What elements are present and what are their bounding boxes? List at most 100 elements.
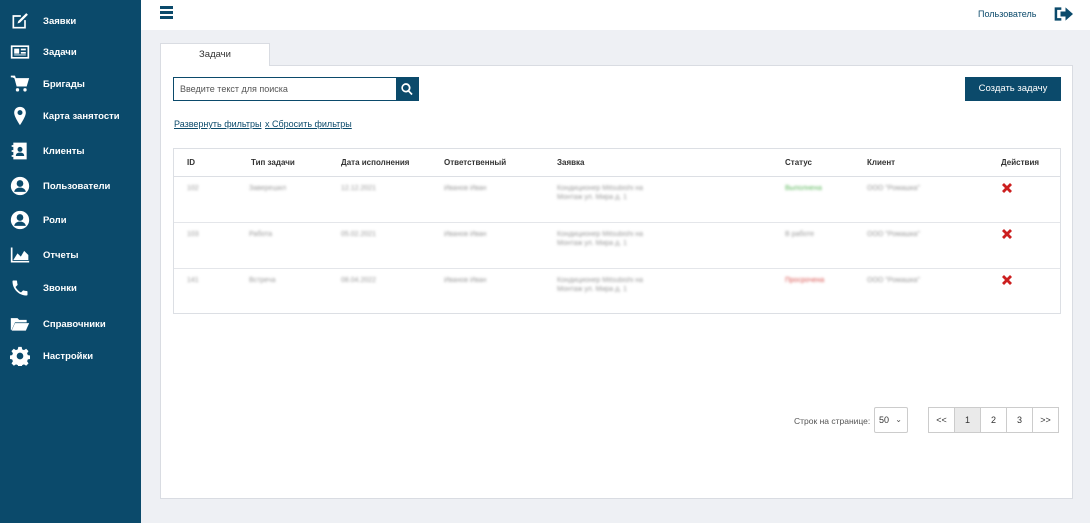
pagination: << 1 2 3 >> <box>928 407 1059 433</box>
map-marker-icon <box>9 105 31 127</box>
request-line: Кондиционер Mitsubishi на <box>557 277 644 284</box>
delete-icon[interactable] <box>1001 182 1013 194</box>
sidebar-item-label: Клиенты <box>43 145 85 157</box>
cell-type: Встреча <box>249 277 276 284</box>
contact-book-icon <box>9 140 31 162</box>
expand-filters-link[interactable]: Развернуть фильтры <box>174 119 261 129</box>
search-input[interactable] <box>174 78 396 100</box>
area-chart-icon <box>9 244 31 266</box>
column-header-client[interactable]: Клиент <box>867 158 895 167</box>
page-last-button[interactable]: >> <box>1032 407 1059 433</box>
cart-icon <box>9 73 31 95</box>
tasks-panel: Создать задачу Развернуть фильтры x Сбро… <box>160 65 1073 499</box>
create-task-button[interactable]: Создать задачу <box>965 77 1061 101</box>
phone-icon <box>9 277 31 299</box>
user-circle-icon <box>9 175 31 197</box>
cell-client: ООО "Ромашка" <box>867 231 920 238</box>
column-header-status[interactable]: Статус <box>785 158 812 167</box>
column-header-assignee[interactable]: Ответственный <box>444 158 506 167</box>
reset-filters-link[interactable]: x Сбросить фильтры <box>265 119 352 129</box>
column-header-actions: Действия <box>1001 158 1040 167</box>
sidebar-item-settings[interactable]: Настройки <box>0 341 141 371</box>
folder-open-icon <box>9 313 31 335</box>
table-row[interactable]: 102 Заверешил 12.12.2021 Иванов Иван Кон… <box>174 177 1060 223</box>
top-bar: Пользователь <box>141 0 1090 30</box>
sidebar-item-label: Задачи <box>43 46 77 58</box>
cell-status: В работе <box>785 231 815 238</box>
sidebar-item-label: Пользователи <box>43 180 111 192</box>
cell-client: ООО "Ромашка" <box>867 277 920 284</box>
sidebar-item-tasks[interactable]: Задачи <box>0 37 141 67</box>
request-line: Монтаж ул. Мира д. 1 <box>557 286 627 293</box>
page-button-3[interactable]: 3 <box>1006 407 1033 433</box>
request-line: Кондиционер Mitsubishi на <box>557 231 644 238</box>
cell-date: 05.02.2021 <box>341 231 377 238</box>
search-box <box>173 77 419 101</box>
chevron-down-icon: ⌄ <box>895 415 902 424</box>
cell-assignee: Иванов Иван <box>444 185 487 192</box>
column-header-date[interactable]: Дата исполнения <box>341 158 409 167</box>
cell-status: Просрочена <box>785 277 825 284</box>
sidebar-item-requests[interactable]: Заявки <box>0 6 141 36</box>
sidebar-item-reports[interactable]: Отчеты <box>0 240 141 270</box>
column-header-id[interactable]: ID <box>187 158 195 167</box>
edit-icon <box>9 10 31 32</box>
page-first-button[interactable]: << <box>928 407 955 433</box>
column-header-request[interactable]: Заявка <box>557 158 585 167</box>
column-header-type[interactable]: Тип задачи <box>251 158 295 167</box>
delete-icon[interactable] <box>1001 274 1013 286</box>
cell-request[interactable]: Кондиционер Mitsubishi на Монтаж ул. Мира… <box>557 230 643 248</box>
newspaper-icon <box>9 41 31 63</box>
search-button[interactable] <box>396 78 418 100</box>
menu-toggle-icon[interactable] <box>160 6 173 20</box>
delete-icon[interactable] <box>1001 228 1013 240</box>
sidebar-item-label: Справочники <box>43 318 106 330</box>
tab-tasks[interactable]: Задачи <box>160 43 270 66</box>
sidebar-item-roles[interactable]: Роли <box>0 205 141 235</box>
cell-request[interactable]: Кондиционер Mitsubishi на Монтаж ул. Мира… <box>557 276 643 294</box>
sidebar-item-occupancy-map[interactable]: Карта занятости <box>0 101 141 131</box>
sidebar-item-label: Заявки <box>43 15 77 27</box>
page-button-2[interactable]: 2 <box>980 407 1007 433</box>
user-name-link[interactable]: Пользователь <box>978 9 1036 19</box>
cell-id: 141 <box>187 277 199 284</box>
cell-date: 12.12.2021 <box>341 185 377 192</box>
cell-request[interactable]: Кондиционер Mitsubishi на Монтаж ул. Мира… <box>557 184 643 202</box>
cell-id: 103 <box>187 231 199 238</box>
table-row[interactable]: 141 Встреча 08.04.2022 Иванов Иван Конди… <box>174 269 1060 315</box>
request-line: Монтаж ул. Мира д. 1 <box>557 240 627 247</box>
sidebar: Заявки Задачи Бригады Карта занятости Кл… <box>0 0 141 523</box>
sidebar-item-label: Бригады <box>43 78 85 90</box>
table-header: ID Тип задачи Дата исполнения Ответствен… <box>174 149 1060 177</box>
rows-per-page-select[interactable]: 50 ⌄ <box>874 407 908 433</box>
rows-per-page-value: 50 <box>879 415 890 425</box>
cell-id: 102 <box>187 185 199 192</box>
request-line: Монтаж ул. Мира д. 1 <box>557 194 627 201</box>
cell-date: 08.04.2022 <box>341 277 377 284</box>
user-circle-icon <box>9 209 31 231</box>
request-line: Кондиционер Mitsubishi на <box>557 185 644 192</box>
cell-type: Работа <box>249 231 273 238</box>
table-row[interactable]: 103 Работа 05.02.2021 Иванов Иван Кондиц… <box>174 223 1060 269</box>
cell-type: Заверешил <box>249 185 287 192</box>
sidebar-item-label: Отчеты <box>43 249 79 261</box>
sidebar-item-calls[interactable]: Звонки <box>0 273 141 303</box>
gear-icon <box>9 345 31 367</box>
search-icon <box>401 83 413 96</box>
cell-assignee: Иванов Иван <box>444 277 487 284</box>
page-button-1[interactable]: 1 <box>954 407 981 433</box>
tasks-table: ID Тип задачи Дата исполнения Ответствен… <box>173 148 1061 314</box>
sidebar-item-users[interactable]: Пользователи <box>0 171 141 201</box>
logout-icon[interactable] <box>1053 5 1073 23</box>
cell-assignee: Иванов Иван <box>444 231 487 238</box>
cell-status: Выполнена <box>785 185 822 192</box>
sidebar-item-clients[interactable]: Клиенты <box>0 136 141 166</box>
sidebar-item-label: Роли <box>43 214 67 226</box>
sidebar-item-label: Звонки <box>43 282 77 294</box>
sidebar-item-label: Карта занятости <box>43 110 120 122</box>
cell-client: ООО "Ромашка" <box>867 185 920 192</box>
sidebar-item-teams[interactable]: Бригады <box>0 69 141 99</box>
sidebar-item-label: Настройки <box>43 350 94 362</box>
sidebar-item-directories[interactable]: Справочники <box>0 309 141 339</box>
rows-per-page-label: Строк на странице: <box>794 416 871 426</box>
